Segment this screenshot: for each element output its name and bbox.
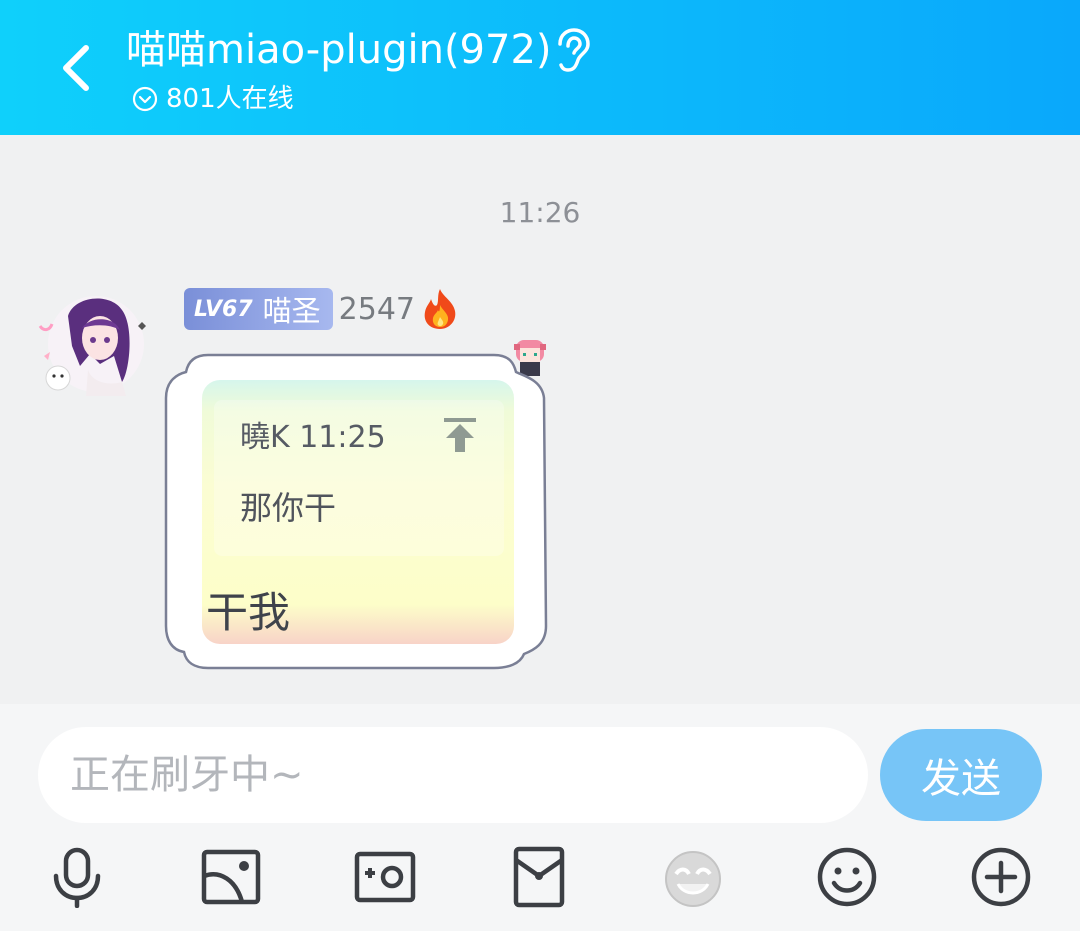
ear-icon[interactable]: [552, 28, 592, 74]
red-envelope-icon[interactable]: [508, 846, 570, 908]
level-badge[interactable]: LV67 喵圣: [184, 288, 333, 330]
message-input[interactable]: 正在刷牙中~: [38, 727, 868, 823]
quote-sender: 曉K 11:25: [240, 420, 386, 455]
message-text: 干我: [206, 588, 291, 637]
emoji-icon[interactable]: [816, 846, 878, 908]
chevron-circle-icon: [132, 86, 158, 112]
level-label: LV67: [194, 296, 253, 322]
plus-icon[interactable]: [970, 846, 1032, 908]
fire-icon: [424, 289, 456, 329]
microphone-icon[interactable]: [46, 846, 108, 908]
jump-to-quote-icon[interactable]: [440, 414, 480, 456]
chat-header: 喵喵miao-plugin(972) 801人在线: [0, 0, 1080, 135]
back-arrow-icon[interactable]: [52, 38, 102, 98]
image-icon[interactable]: [200, 846, 262, 908]
message-timestamp: 11:26: [499, 196, 581, 229]
sticker-icon[interactable]: [662, 846, 724, 908]
online-status[interactable]: 801人在线: [132, 82, 294, 116]
send-button[interactable]: 发送: [880, 729, 1042, 821]
quote-text: 那你干: [240, 489, 337, 527]
online-count: 801人在线: [166, 84, 294, 114]
group-title[interactable]: 喵喵miao-plugin(972): [126, 24, 552, 76]
camera-icon[interactable]: [354, 846, 416, 908]
activity-score: 2547: [338, 291, 416, 327]
sender-nickname: 喵圣: [262, 294, 321, 328]
sender-meta: LV67 喵圣 2547: [184, 287, 461, 331]
input-placeholder: 正在刷牙中~: [70, 752, 304, 798]
avatar[interactable]: [30, 286, 150, 406]
